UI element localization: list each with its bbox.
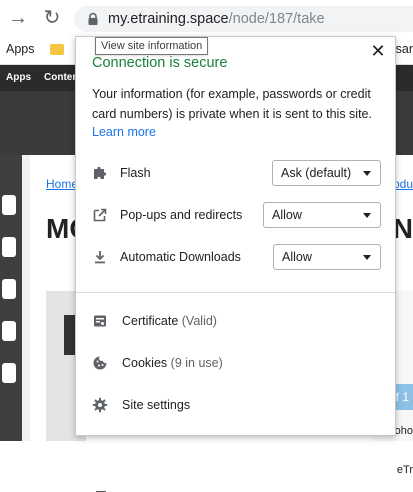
address-bar[interactable]: my.etraining.space/node/187/take <box>74 6 413 32</box>
forward-button[interactable]: → <box>6 6 30 30</box>
cookie-icon <box>93 356 107 370</box>
forward-arrow-icon: → <box>8 7 28 29</box>
divider <box>76 292 395 293</box>
admin-content-link[interactable]: Conter <box>44 72 76 83</box>
url-text[interactable]: my.etraining.space/node/187/take <box>108 10 325 28</box>
cookies-label: Cookies <box>122 356 168 370</box>
user-icon[interactable] <box>2 321 16 341</box>
downloads-permission-select[interactable]: Allow <box>273 244 381 270</box>
connection-description: Your information (for example, passwords… <box>92 87 372 121</box>
right-text-2: eTr <box>396 464 413 476</box>
site-info-popup: Connection is secure ✕ Your information … <box>75 36 396 436</box>
url-path: /node/187/take <box>228 11 325 27</box>
download-icon <box>95 251 105 264</box>
permission-label-downloads: Automatic Downloads <box>120 250 241 264</box>
select-value: Ask (default) <box>281 166 352 180</box>
admin-sidebar <box>0 155 22 441</box>
popup-icon <box>93 208 107 222</box>
connection-status: Connection is secure <box>92 55 228 71</box>
pages-icon[interactable] <box>2 279 16 299</box>
puzzle-icon <box>94 166 107 179</box>
select-value: Allow <box>282 250 312 264</box>
close-button[interactable]: ✕ <box>369 41 387 61</box>
site-settings-link[interactable]: Site settings <box>122 398 190 412</box>
learn-more-link[interactable]: Learn more <box>92 125 156 139</box>
select-value: Allow <box>272 208 302 222</box>
popups-permission-select[interactable]: Allow <box>263 202 381 228</box>
admin-apps-link[interactable]: Apps <box>6 72 31 83</box>
reload-button[interactable]: ↻ <box>40 6 64 30</box>
certificate-label: Certificate <box>122 314 179 328</box>
url-host: my.etraining.space <box>108 11 229 27</box>
cookies-count: (9 in use) <box>170 356 223 370</box>
permission-label-flash: Flash <box>120 166 151 180</box>
chevron-down-icon <box>363 255 371 260</box>
file-icon[interactable] <box>2 363 16 383</box>
permission-label-popups: Pop-ups and redirects <box>120 208 243 222</box>
chevron-down-icon <box>363 213 371 218</box>
home-icon[interactable] <box>2 195 16 215</box>
gear-icon <box>92 397 108 413</box>
bookmark-partial[interactable]: sar <box>396 42 413 56</box>
close-icon: ✕ <box>370 41 386 61</box>
certificate-icon <box>94 315 106 327</box>
chevron-down-icon <box>363 171 371 176</box>
reload-icon: ↻ <box>43 7 61 29</box>
cookies-item[interactable]: Cookies (9 in use) <box>122 356 223 370</box>
book-icon[interactable] <box>2 237 16 257</box>
certificate-item[interactable]: Certificate (Valid) <box>122 314 217 328</box>
right-text-1: oho <box>394 425 413 437</box>
breadcrumb-home[interactable]: Home <box>46 177 78 191</box>
bookmark-apps[interactable]: Apps <box>6 42 35 56</box>
lock-icon[interactable] <box>86 12 100 26</box>
certificate-status: (Valid) <box>181 314 217 328</box>
flash-permission-select[interactable]: Ask (default) <box>272 160 381 186</box>
browser-toolbar: → ↻ my.etraining.space/node/187/take <box>0 0 413 36</box>
folder-icon[interactable] <box>50 44 64 55</box>
site-info-tooltip: View site information <box>95 37 209 55</box>
